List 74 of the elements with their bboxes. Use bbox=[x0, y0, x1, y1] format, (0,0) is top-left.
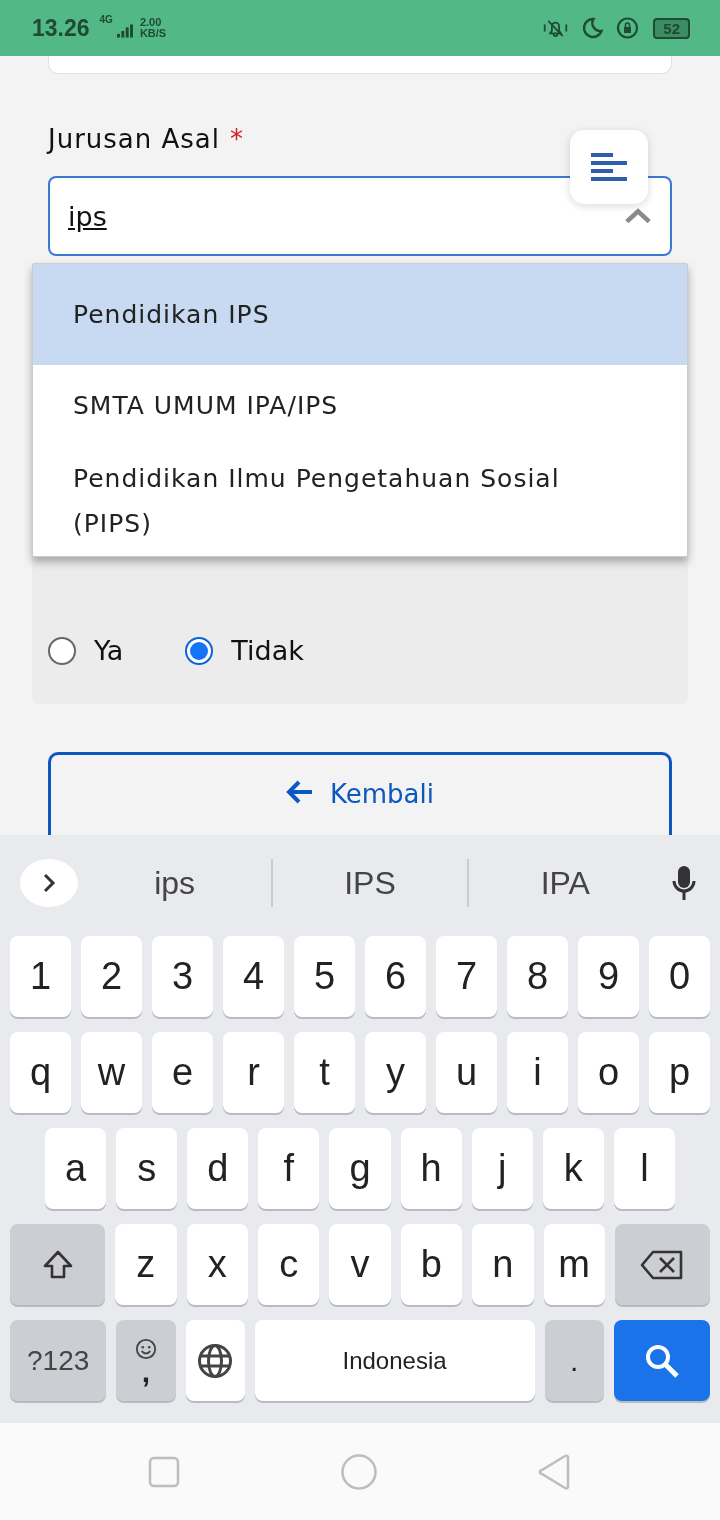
keyboard-key[interactable]: z bbox=[115, 1224, 177, 1305]
keyboard-key[interactable]: d bbox=[187, 1128, 249, 1209]
keyboard-key[interactable]: b bbox=[400, 1224, 463, 1305]
suggestion[interactable]: IPA bbox=[468, 864, 662, 902]
keyboard-key[interactable]: v bbox=[329, 1224, 391, 1305]
keyboard-key[interactable]: r bbox=[223, 1032, 284, 1113]
required-mark: * bbox=[230, 124, 244, 154]
suggestion[interactable]: IPS bbox=[273, 864, 467, 902]
backspace-key[interactable] bbox=[614, 1224, 711, 1305]
menu-button[interactable] bbox=[570, 130, 648, 204]
period-key[interactable]: . bbox=[544, 1320, 604, 1401]
keyboard-key[interactable]: w bbox=[81, 1032, 142, 1113]
keyboard-key[interactable]: m bbox=[543, 1224, 605, 1305]
globe-icon bbox=[197, 1342, 234, 1379]
symbols-key[interactable]: ?123 bbox=[10, 1320, 107, 1401]
keyboard-key[interactable]: 9 bbox=[578, 936, 639, 1017]
keyboard-key[interactable]: h bbox=[400, 1128, 462, 1209]
radio-button[interactable] bbox=[185, 636, 214, 665]
comma-key[interactable]: , bbox=[116, 1320, 176, 1401]
network-type: 4G bbox=[99, 14, 113, 25]
radio-label: Tidak bbox=[231, 635, 304, 666]
keyboard-key[interactable]: u bbox=[436, 1032, 497, 1113]
radio-button[interactable] bbox=[48, 636, 76, 665]
keyboard-key[interactable]: 0 bbox=[649, 936, 710, 1017]
keyboard-key[interactable]: j bbox=[471, 1128, 533, 1209]
suggestion[interactable]: ips bbox=[78, 864, 272, 902]
keyboard-key[interactable]: f bbox=[258, 1128, 320, 1209]
microphone-icon[interactable] bbox=[672, 866, 696, 900]
search-key[interactable] bbox=[613, 1320, 710, 1401]
keyboard-key[interactable]: k bbox=[542, 1128, 604, 1209]
keyboard-key[interactable]: l bbox=[613, 1128, 675, 1209]
keyboard-key[interactable]: x bbox=[186, 1224, 248, 1305]
dropdown-option[interactable]: Pendidikan IPS bbox=[33, 264, 687, 365]
network-speed: 2.00 bbox=[139, 17, 163, 28]
keyboard-key[interactable]: q bbox=[10, 1032, 71, 1113]
keyboard-key[interactable]: p bbox=[649, 1032, 710, 1113]
keyboard-key[interactable]: s bbox=[116, 1128, 178, 1209]
keyboard-key[interactable]: 1 bbox=[10, 936, 71, 1017]
keyboard-key[interactable]: n bbox=[472, 1224, 534, 1305]
keyboard-key[interactable]: e bbox=[152, 1032, 213, 1113]
battery-level: 52 bbox=[653, 17, 690, 39]
keyboard-key[interactable]: 5 bbox=[294, 936, 355, 1017]
keyboard-key[interactable]: c bbox=[257, 1224, 320, 1305]
space-key[interactable]: Indonesia bbox=[254, 1320, 535, 1401]
chevron-right-icon bbox=[42, 872, 56, 894]
field-label: Jurusan Asal bbox=[48, 124, 221, 154]
keyboard-key[interactable]: 2 bbox=[81, 936, 142, 1017]
status-time: 13.26 bbox=[32, 14, 90, 42]
keyboard-key[interactable]: 8 bbox=[507, 936, 568, 1017]
dropdown-option[interactable]: Pendidikan Ilmu Pengetahuan Sosial (PIPS) bbox=[33, 438, 687, 556]
dropdown-option[interactable]: SMTA UMUM IPA/IPS bbox=[33, 365, 687, 438]
radio-label: Ya bbox=[94, 635, 124, 666]
keyboard-key[interactable]: t bbox=[294, 1032, 355, 1113]
language-key[interactable] bbox=[185, 1320, 245, 1401]
shift-key[interactable] bbox=[10, 1224, 106, 1305]
menu-icon bbox=[591, 153, 627, 181]
signal-icon bbox=[116, 23, 133, 39]
smiley-icon bbox=[134, 1337, 157, 1360]
backspace-icon bbox=[640, 1249, 685, 1280]
expand-button[interactable] bbox=[20, 859, 78, 907]
keyboard-key[interactable]: o bbox=[578, 1032, 639, 1113]
keyboard-key[interactable]: g bbox=[329, 1128, 391, 1209]
shift-icon bbox=[41, 1248, 74, 1281]
speed-unit: KB/S bbox=[139, 28, 167, 39]
keyboard-key[interactable]: 4 bbox=[223, 936, 284, 1017]
search-icon bbox=[643, 1342, 680, 1379]
combo-field[interactable]: ips bbox=[48, 176, 672, 256]
keyboard-key[interactable]: i bbox=[507, 1032, 568, 1113]
keyboard-key[interactable]: y bbox=[365, 1032, 426, 1113]
keyboard-key[interactable]: 3 bbox=[152, 936, 213, 1017]
keyboard-key[interactable]: 6 bbox=[365, 936, 426, 1017]
keyboard-key[interactable]: a bbox=[45, 1128, 107, 1209]
keyboard-key[interactable]: 7 bbox=[436, 936, 497, 1017]
arrow-left-icon bbox=[286, 779, 314, 805]
